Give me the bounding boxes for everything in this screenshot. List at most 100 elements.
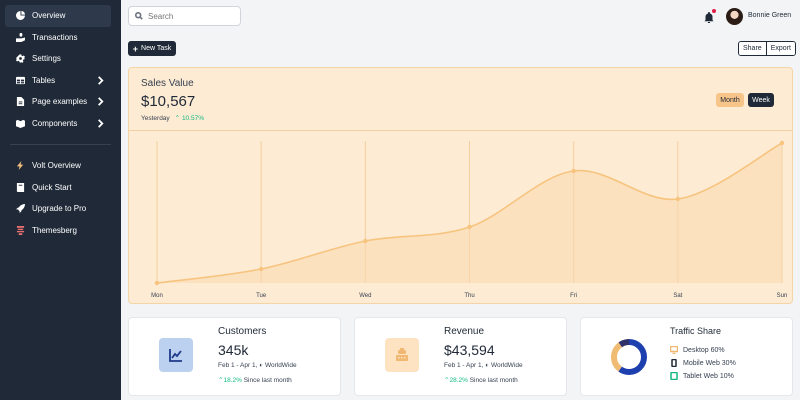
chart-line-icon (159, 338, 193, 372)
sales-value: $10,567 (141, 93, 196, 110)
revenue-value: $43,594 (444, 342, 495, 358)
notifications-bell[interactable] (704, 9, 716, 24)
legend-label: Tablet Web 10% (683, 372, 734, 380)
sidebar-item-volt-overview[interactable]: Volt Overview (5, 155, 111, 177)
new-task-label: New Task (141, 45, 172, 52)
themesberg-logo-icon (15, 225, 25, 235)
bell-icon (704, 12, 714, 24)
sidebar-item-label: Upgrade to Pro (32, 204, 87, 214)
traffic-share-card: Traffic Share Desktop 60% Mobile Web 30%… (580, 317, 793, 396)
sales-title: Sales Value (141, 78, 194, 89)
sidebar-item-transactions[interactable]: Transactions (5, 27, 111, 49)
hand-money-icon (15, 32, 25, 42)
sidebar-item-label: Transactions (32, 32, 78, 42)
data-point-mon[interactable] (154, 280, 160, 286)
legend-tablet: Tablet Web 10% (670, 372, 734, 380)
sidebar-item-label: Volt Overview (32, 161, 81, 171)
globe-icon: ◐ (485, 362, 490, 369)
sidebar-item-tables[interactable]: Tables (5, 70, 111, 92)
customers-change: ⌃18.2% Since last month (218, 376, 292, 384)
since-text: Since last month (469, 377, 518, 384)
legend-desktop: Desktop 60% (670, 346, 725, 354)
cash-register-icon (385, 338, 419, 372)
revenue-card: Revenue $43,594 Feb 1 - Apr 1, ◐ WorldWi… (354, 317, 567, 396)
search-input[interactable] (148, 11, 233, 21)
month-toggle-button[interactable]: Month (716, 93, 744, 107)
x-tick-label-wed: Wed (359, 293, 371, 299)
since-text: Since last month (243, 377, 292, 384)
data-point-tue[interactable] (258, 266, 264, 272)
sidebar-item-page-examples[interactable]: Page examples (5, 91, 111, 113)
x-tick-label-thu: Thu (464, 293, 474, 299)
customers-title: Customers (218, 326, 267, 337)
x-tick-label-fri: Fri (570, 293, 577, 299)
sidebar-item-label: Settings (32, 54, 61, 64)
share-export-group: Share Export (738, 41, 796, 56)
sales-change-value: 10.57% (181, 115, 204, 122)
gear-icon (15, 54, 25, 64)
avatar[interactable] (726, 8, 743, 25)
rocket-icon (15, 204, 25, 214)
data-point-sat[interactable] (675, 196, 681, 202)
bolt-icon (15, 161, 25, 171)
x-tick-label-tue: Tue (256, 293, 267, 299)
chevron-right-icon[interactable] (96, 118, 105, 128)
globe-icon: ◐ (259, 362, 264, 369)
legend-label: Desktop 60% (683, 346, 725, 354)
customers-range: Feb 1 - Apr 1, ◐ WorldWide (218, 362, 297, 369)
share-button[interactable]: Share (739, 42, 766, 55)
sales-line-chart: Mon Tue Wed Thu Fri Sat Sun (151, 140, 787, 299)
arrow-up-icon: ⌃ (174, 115, 181, 122)
search-box[interactable] (128, 6, 241, 26)
sidebar-item-themesberg[interactable]: Themesberg (5, 220, 111, 242)
x-tick-label-sat: Sat (673, 293, 682, 299)
data-point-fri[interactable] (571, 168, 576, 174)
sales-change: ⌃ 10.57% (175, 114, 204, 122)
traffic-title: Traffic Share (670, 326, 722, 336)
sidebar-item-components[interactable]: Components (5, 113, 111, 135)
sidebar-item-label: Overview (32, 11, 66, 21)
sidebar: Overview Transactions Settings Tables Pa… (0, 0, 121, 400)
x-tick-label-mon: Mon (151, 293, 163, 299)
region-text: WorldWide (264, 362, 297, 369)
box-icon (15, 118, 25, 128)
sidebar-item-upgrade[interactable]: Upgrade to Pro (5, 198, 111, 220)
sales-period: Yesterday (141, 114, 170, 122)
sidebar-item-quick-start[interactable]: Quick Start (5, 177, 111, 199)
data-point-sun[interactable] (779, 140, 785, 146)
sidebar-item-label: Tables (32, 75, 56, 85)
sidebar-item-settings[interactable]: Settings (5, 48, 111, 70)
notification-dot (712, 9, 716, 13)
sidebar-divider (10, 144, 111, 145)
range-text: Feb 1 - Apr 1, (218, 362, 258, 369)
week-toggle-button[interactable]: Week (748, 93, 774, 107)
sales-subtitle: Yesterday ⌃ 10.57% (141, 114, 204, 123)
chevron-right-icon[interactable] (96, 75, 105, 85)
user-name[interactable]: Bonnie Green (748, 12, 791, 19)
sidebar-item-label: Components (32, 118, 78, 128)
book-icon (15, 182, 25, 192)
range-text: Feb 1 - Apr 1, (444, 362, 484, 369)
desktop-icon (670, 346, 678, 354)
legend-label: Mobile Web 30% (683, 359, 736, 367)
export-button[interactable]: Export (765, 42, 795, 55)
traffic-donut-chart (611, 339, 647, 375)
sidebar-item-label: Page examples (32, 97, 88, 107)
sidebar-item-overview[interactable]: Overview (5, 5, 111, 27)
sidebar-item-label: Themesberg (32, 225, 77, 235)
file-icon (15, 97, 25, 107)
revenue-range: Feb 1 - Apr 1, ◐ WorldWide (444, 362, 523, 369)
data-point-wed[interactable] (363, 238, 368, 244)
revenue-change: ⌃28.2% Since last month (444, 376, 518, 384)
chevron-right-icon[interactable] (96, 97, 105, 106)
change-value: 18.2% (223, 377, 242, 384)
revenue-title: Revenue (444, 326, 485, 337)
search-icon (135, 12, 143, 20)
sidebar-item-label: Quick Start (32, 182, 72, 192)
data-point-thu[interactable] (467, 224, 472, 230)
new-task-button[interactable]: + New Task (128, 41, 176, 56)
mobile-icon (671, 359, 677, 367)
legend-mobile: Mobile Web 30% (670, 359, 736, 367)
tablet-icon (670, 372, 678, 380)
sales-value-card: Sales Value $10,567 Yesterday ⌃ 10.57% M… (128, 67, 793, 304)
